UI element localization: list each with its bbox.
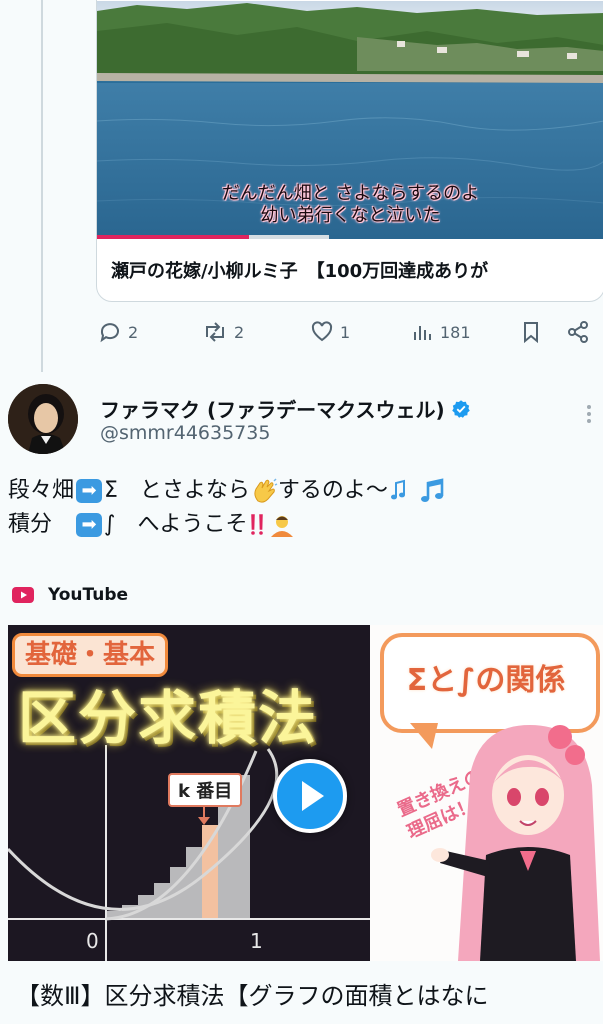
display-name-row[interactable]: ファラマク (ファラデーマクスウェル) bbox=[100, 394, 471, 423]
tweet-text: 段々畑 ➡ Σ とさよなら するのよ〜 積分 ➡ ∫ へようこそ bbox=[8, 474, 448, 542]
thumbnail-character-panel: Σと∫の関係 置き換えの 理屈は！？ bbox=[370, 625, 603, 961]
views-chart-icon bbox=[414, 326, 431, 340]
k-th-label: k 番目 bbox=[168, 773, 243, 807]
text-segment: Σ とさよなら bbox=[104, 478, 250, 503]
views-count: 181 bbox=[440, 322, 471, 342]
card-title[interactable]: 瀬戸の花嫁/小柳ルミ子 【100万回達成ありが bbox=[111, 257, 601, 283]
video-subtitle: だんだん畑と さよならするのよ 幼い弟行くなと泣いた bbox=[97, 183, 603, 227]
youtube-video-title[interactable]: 【数Ⅲ】区分求積法【グラフの面積とはなに bbox=[16, 976, 489, 1011]
video-preview[interactable]: だんだん畑と さよならするのよ 幼い弟行くなと泣いた bbox=[97, 1, 603, 239]
embed-source-name: YouTube bbox=[48, 585, 129, 605]
tweet-text-line-1: 段々畑 ➡ Σ とさよなら するのよ〜 bbox=[8, 474, 448, 508]
share-icon bbox=[568, 321, 588, 343]
play-button-icon[interactable] bbox=[273, 759, 347, 833]
like-button[interactable]: 1 bbox=[310, 318, 350, 346]
tweet-action-bar: 2 2 1 181 bbox=[96, 318, 603, 346]
text-segment: 積分 bbox=[8, 512, 75, 537]
right-arrow-emoji-icon: ➡ bbox=[76, 513, 103, 537]
reply-icon bbox=[100, 323, 119, 343]
thumbnail-title: 区分求積法 bbox=[18, 684, 319, 752]
bookmark-icon bbox=[524, 322, 538, 344]
bowing-person-emoji-icon bbox=[271, 516, 294, 537]
double-exclamation-emoji-icon bbox=[251, 514, 264, 535]
text-segment: ∫ へようこそ bbox=[104, 512, 248, 537]
bookmark-button[interactable] bbox=[520, 318, 542, 346]
more-options-icon[interactable] bbox=[584, 402, 594, 426]
user-handle[interactable]: @smmr44635735 bbox=[100, 422, 270, 444]
youtube-logo-icon bbox=[12, 587, 34, 603]
embed-source-label: YouTube bbox=[12, 585, 128, 605]
like-count: 1 bbox=[340, 322, 351, 342]
text-segment: するのよ〜 bbox=[277, 478, 388, 503]
retweet-button[interactable]: 2 bbox=[202, 318, 244, 346]
axis-label-one: 1 bbox=[250, 929, 263, 953]
axis-label-zero: 0 bbox=[86, 929, 99, 953]
retweet-count: 2 bbox=[234, 322, 245, 342]
heart-icon bbox=[311, 321, 333, 342]
subtitle-line-1: だんだん畑と さよならするのよ bbox=[221, 183, 480, 204]
waving-hand-emoji-icon bbox=[254, 478, 278, 503]
share-button[interactable] bbox=[566, 318, 590, 346]
reply-button[interactable]: 2 bbox=[98, 318, 138, 346]
youtube-video-thumbnail[interactable]: 基礎・基本 区分求積法 k 番目 0 1 Σと∫の関係 置き換えの 理屈は！？ bbox=[8, 625, 603, 961]
musical-note-emoji-icon bbox=[420, 478, 444, 502]
musical-notes-emoji-icon bbox=[390, 479, 405, 500]
badge-basic: 基礎・基本 bbox=[12, 633, 169, 677]
display-name[interactable]: ファラマク (ファラデーマクスウェル) bbox=[100, 394, 445, 423]
reply-count: 2 bbox=[128, 322, 139, 342]
video-progress-bar[interactable] bbox=[97, 235, 249, 239]
thread-connector-line bbox=[41, 0, 43, 372]
retweet-icon bbox=[206, 322, 224, 342]
video-buffer-bar bbox=[249, 235, 329, 239]
portrait-image bbox=[8, 384, 78, 454]
text-segment: 段々畑 bbox=[8, 478, 75, 503]
verified-badge-icon bbox=[451, 399, 470, 418]
link-card-video[interactable]: だんだん畑と さよならするのよ 幼い弟行くなと泣いた 瀬戸の花嫁/小柳ルミ子 【… bbox=[96, 0, 603, 302]
right-arrow-emoji-icon: ➡ bbox=[76, 479, 103, 503]
subtitle-line-2: 幼い弟行くなと泣いた bbox=[260, 205, 441, 226]
avatar[interactable] bbox=[8, 384, 78, 454]
anime-character-image bbox=[431, 725, 600, 961]
views-button[interactable]: 181 bbox=[412, 318, 471, 346]
tweet-text-line-2: 積分 ➡ ∫ へようこそ bbox=[8, 508, 448, 542]
